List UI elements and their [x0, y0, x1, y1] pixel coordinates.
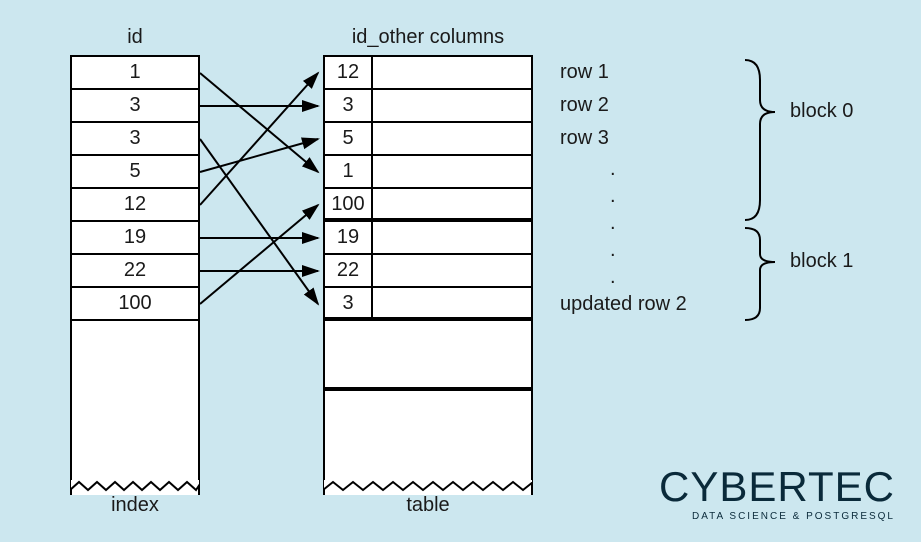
row-label: updated row 2 [560, 293, 687, 316]
table-row: 22 [325, 255, 531, 288]
cybertec-logo: CYBERTEC DATA SCIENCE & POSTGRESQL [659, 463, 895, 522]
block-label: block 0 [790, 100, 853, 123]
row-label: row 1 [560, 61, 609, 84]
index-cell: 1 [72, 57, 198, 90]
torn-edge-index [70, 480, 200, 494]
index-cell: 19 [72, 222, 198, 255]
row-label-dot: . [610, 212, 616, 235]
table-blank [325, 321, 531, 391]
table-row: 100 [325, 189, 531, 222]
table-row: 12 [325, 57, 531, 90]
index-footer: index [70, 494, 200, 517]
row-label-dot: . [610, 158, 616, 181]
table-row: 3 [325, 90, 531, 123]
index-cell: 3 [72, 123, 198, 156]
row-label-dot: . [610, 185, 616, 208]
index-cell: 3 [72, 90, 198, 123]
table-row: 3 [325, 288, 531, 321]
row-label: row 3 [560, 127, 609, 150]
logo-tagline: DATA SCIENCE & POSTGRESQL [659, 511, 895, 522]
index-cell: 5 [72, 156, 198, 189]
index-header: id [70, 26, 200, 49]
row-label-dot: . [610, 266, 616, 289]
table-header: id_other columns [323, 26, 533, 49]
index-cell: 100 [72, 288, 198, 321]
logo-name: CYBERTEC [659, 463, 895, 511]
table-row: 5 [325, 123, 531, 156]
table-footer: table [323, 494, 533, 517]
table-row: 19 [325, 222, 531, 255]
row-label-dot: . [610, 239, 616, 262]
index-column: 1 3 3 5 12 19 22 100 [70, 55, 200, 495]
table-row: 1 [325, 156, 531, 189]
row-label: row 2 [560, 94, 609, 117]
index-cell: 22 [72, 255, 198, 288]
table-column: 12 3 5 1 100 19 22 3 [323, 55, 533, 495]
block-label: block 1 [790, 250, 853, 273]
index-cell: 12 [72, 189, 198, 222]
torn-edge-table [323, 480, 533, 494]
